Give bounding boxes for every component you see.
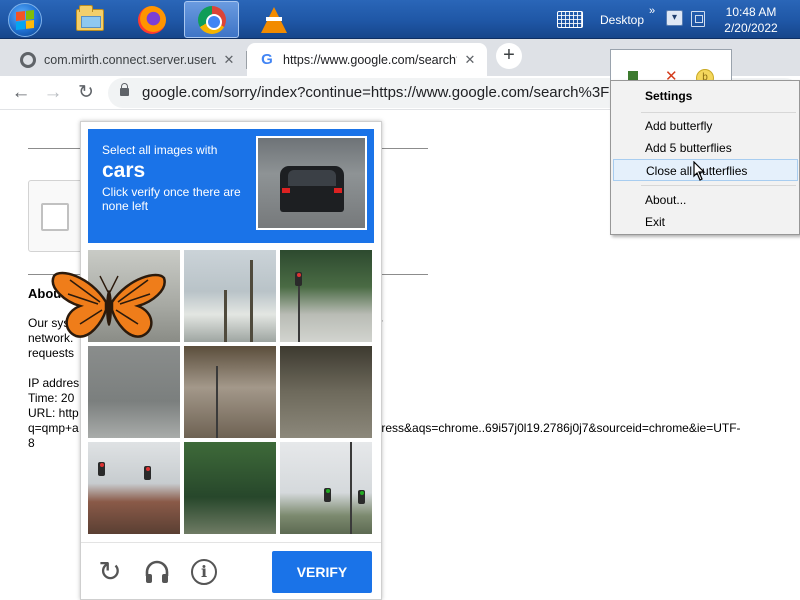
mouse-cursor-icon — [693, 161, 706, 181]
taskbar: Desktop » ▾ 10:48 AM 2/20/2022 — [0, 0, 800, 39]
toolbar-chevron-icon[interactable]: » — [649, 5, 655, 17]
tab-close-icon[interactable]: ✕ — [461, 52, 479, 68]
about-text: requests — [28, 346, 75, 360]
challenge-tile[interactable] — [280, 346, 372, 438]
menu-separator — [641, 185, 796, 186]
url-text-line: ldress&aqs=chrome..69i57j0l19.2786j0j7&s… — [372, 421, 741, 435]
menu-item-settings[interactable]: Settings — [613, 85, 798, 107]
folder-icon — [75, 4, 104, 31]
challenge-tile[interactable] — [88, 346, 180, 438]
recaptcha-challenge: Select all images with cars Click verify… — [80, 121, 382, 600]
globe-icon — [20, 51, 36, 68]
recaptcha-widget — [28, 180, 88, 252]
tab-title: com.mirth.connect.server.userutil — [44, 52, 216, 67]
tab-close-icon[interactable]: ✕ — [220, 52, 238, 68]
taskbar-vlc[interactable] — [246, 1, 301, 38]
taskbar-chrome[interactable] — [184, 1, 239, 38]
challenge-tile[interactable] — [280, 250, 372, 342]
butterfly-icon[interactable] — [50, 266, 168, 342]
menu-separator — [641, 112, 796, 113]
reload-challenge-icon[interactable]: ↻ — [95, 557, 125, 587]
url-text-line: 8 — [28, 436, 35, 450]
vlc-icon — [260, 6, 287, 33]
time-text: Time: 20 — [28, 391, 75, 405]
forward-button[interactable]: → — [40, 80, 66, 106]
ip-address-text: IP addres — [28, 376, 80, 390]
firefox-icon — [137, 5, 166, 34]
taskbar-firefox[interactable] — [124, 1, 179, 38]
menu-item-about[interactable]: About... — [613, 189, 798, 211]
challenge-header: Select all images with cars Click verify… — [88, 129, 374, 243]
challenge-tile[interactable] — [184, 250, 276, 342]
challenge-prompt: Select all images with — [102, 143, 218, 157]
chrome-icon — [197, 5, 226, 34]
tab-title: https://www.google.com/search?q=qmp+addr… — [283, 52, 457, 67]
clock-time[interactable]: 10:48 AM — [718, 5, 784, 19]
url-text-line: q=qmp+a — [28, 421, 79, 435]
challenge-tile[interactable] — [184, 442, 276, 534]
lock-icon[interactable] — [120, 83, 129, 96]
menu-item-exit[interactable]: Exit — [613, 211, 798, 233]
headphones-icon[interactable] — [142, 557, 172, 587]
recaptcha-checkbox[interactable] — [41, 203, 69, 231]
keyboard-icon[interactable] — [557, 11, 583, 28]
context-menu: Settings Add butterfly Add 5 butterflies… — [610, 80, 800, 235]
challenge-keyword: cars — [102, 159, 146, 182]
back-button[interactable]: ← — [8, 80, 34, 106]
challenge-tile[interactable] — [88, 442, 180, 534]
verify-button[interactable]: VERIFY — [272, 551, 372, 593]
tab-mirth[interactable]: com.mirth.connect.server.userutil ✕ — [8, 43, 246, 76]
network-icon[interactable] — [691, 11, 705, 27]
tab-google-search[interactable]: G https://www.google.com/search?q=qmp+ad… — [247, 43, 487, 76]
windows-logo-icon — [8, 2, 42, 37]
info-icon[interactable]: i — [189, 557, 219, 587]
start-button[interactable] — [3, 1, 47, 38]
menu-item-add-5-butterflies[interactable]: Add 5 butterflies — [613, 137, 798, 159]
challenge-footer: ↻ i VERIFY — [81, 542, 381, 600]
google-icon: G — [261, 50, 273, 68]
challenge-instruction: Click verify once there are none left — [102, 185, 241, 213]
reload-button[interactable]: ↻ — [73, 80, 99, 106]
clock-date[interactable]: 2/20/2022 — [718, 21, 784, 35]
new-tab-button[interactable]: + — [496, 43, 522, 69]
sample-car-image — [256, 136, 367, 230]
desktop-toolbar-label[interactable]: Desktop — [600, 13, 644, 27]
taskbar-file-explorer[interactable] — [62, 1, 117, 38]
challenge-tile[interactable] — [184, 346, 276, 438]
url-text-line: URL: http — [28, 406, 79, 420]
show-hidden-icons-button[interactable]: ▾ — [666, 10, 683, 26]
challenge-tile[interactable] — [280, 442, 372, 534]
menu-item-add-butterfly[interactable]: Add butterfly — [613, 115, 798, 137]
